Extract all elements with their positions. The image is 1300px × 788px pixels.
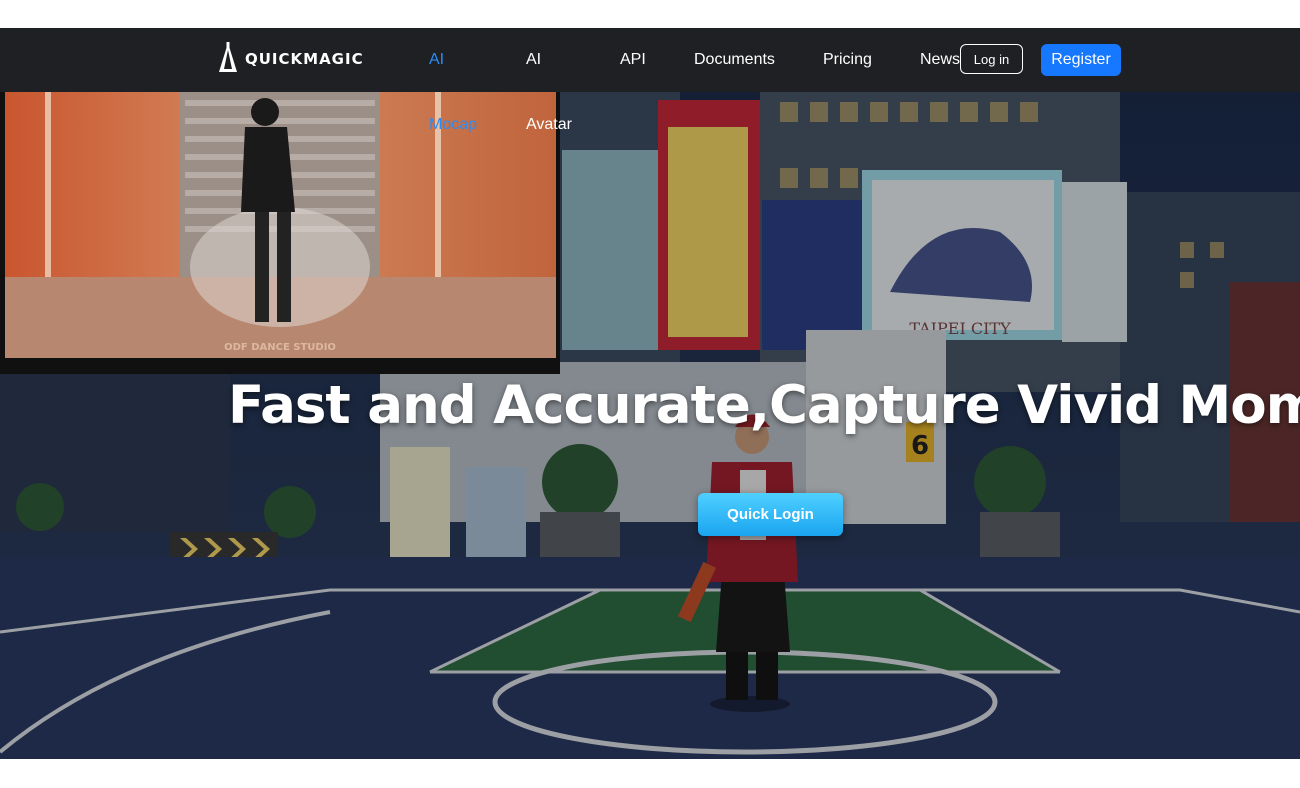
logo[interactable]: QUICKMAGIC xyxy=(216,41,364,77)
subnav-item-avatar[interactable]: Avatar xyxy=(526,115,572,135)
top-navbar: QUICKMAGIC AI AI API Documents Pricing N… xyxy=(0,28,1300,92)
quick-login-button[interactable]: Quick Login xyxy=(698,493,843,536)
nav-item-news[interactable]: News xyxy=(920,50,960,70)
hero-headline: Fast and Accurate,Capture Vivid Moments xyxy=(228,375,1300,436)
subnav-item-mocap[interactable]: Mocap xyxy=(429,115,477,135)
hero-section: TAIPEI CITY 6 ODF DANCE STUDIO Fast and … xyxy=(0,92,1300,759)
nav-item-documents[interactable]: Documents xyxy=(694,50,775,70)
nav-item-pricing[interactable]: Pricing xyxy=(823,50,872,70)
nav-item-ai-mocap[interactable]: AI xyxy=(429,50,444,70)
logo-text: QUICKMAGIC xyxy=(245,50,364,68)
video-watermark: ODF DANCE STUDIO xyxy=(224,342,336,353)
register-button[interactable]: Register xyxy=(1041,44,1121,76)
nav-item-api[interactable]: API xyxy=(620,50,646,70)
login-button[interactable]: Log in xyxy=(960,44,1023,74)
quickmagic-logo-icon xyxy=(219,42,237,72)
nav-item-ai-avatar[interactable]: AI xyxy=(526,50,541,70)
